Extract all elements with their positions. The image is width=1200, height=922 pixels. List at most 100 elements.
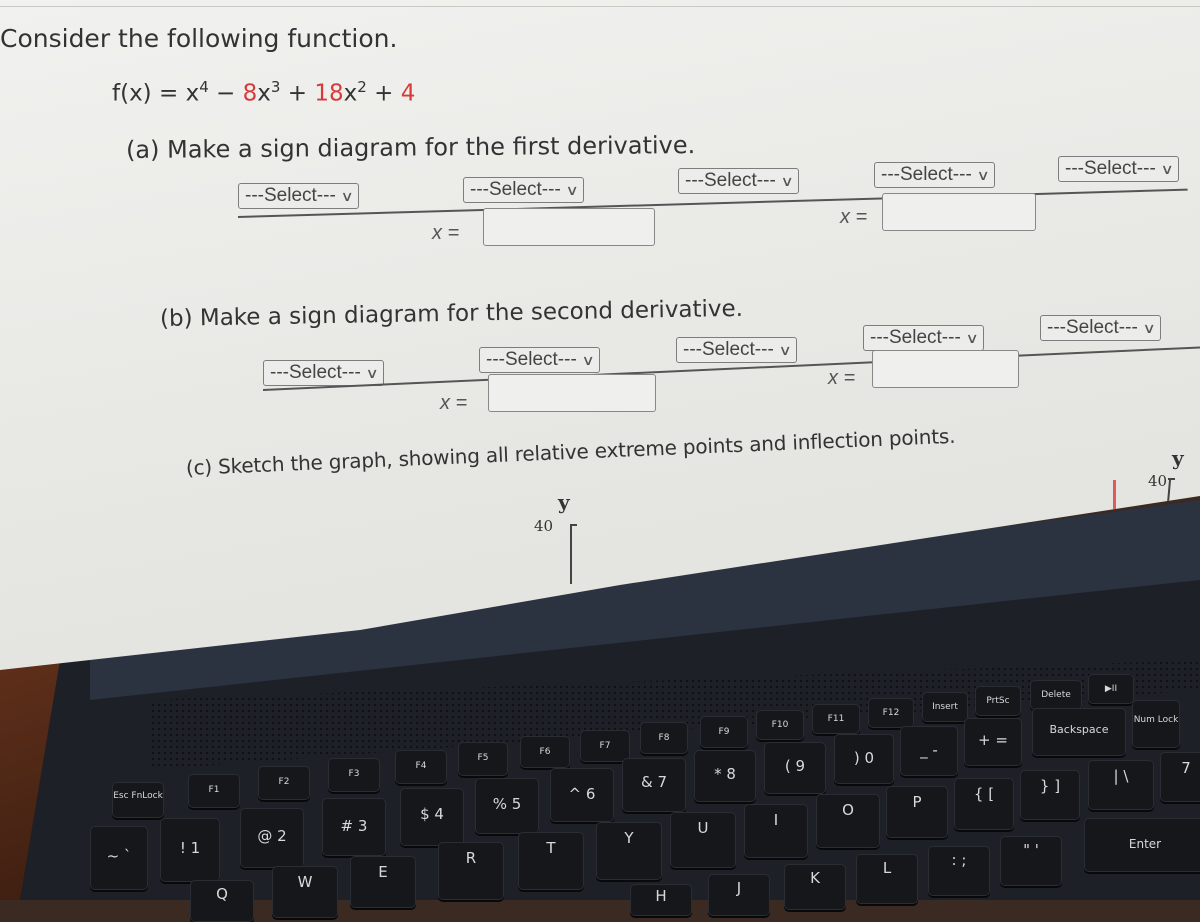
term-x3: x: [257, 80, 271, 107]
key-u[interactable]: U: [670, 812, 736, 868]
key-f10[interactable]: F10: [756, 710, 804, 740]
key-label: U: [697, 819, 709, 837]
key-num-lock[interactable]: Num Lock: [1132, 700, 1180, 748]
key-left-bracket[interactable]: { [: [954, 778, 1014, 830]
key-3[interactable]: # 3: [322, 798, 386, 856]
part-a-select-1[interactable]: ---Select--- ∨: [238, 183, 360, 209]
key-label: ! 1: [179, 839, 201, 857]
key-prtsc[interactable]: PrtSc: [975, 686, 1021, 716]
key-label: O: [842, 801, 854, 819]
part-b-x-input-1[interactable]: [488, 374, 656, 412]
part-b-select-5[interactable]: ---Select--- ∨: [1040, 315, 1162, 341]
key-esc[interactable]: Esc FnLock: [112, 782, 164, 818]
key-o[interactable]: O: [816, 794, 880, 848]
part-a-select-2[interactable]: ---Select--- ∨: [463, 177, 585, 203]
key-numpad-7[interactable]: 7: [1160, 752, 1200, 802]
key-4[interactable]: $ 4: [400, 788, 464, 846]
key-p[interactable]: P: [886, 786, 948, 838]
key-f4[interactable]: F4: [395, 750, 447, 784]
part-a-x-input-1[interactable]: [483, 208, 655, 246]
key-backslash[interactable]: | \: [1088, 760, 1154, 810]
graph-1-y-axis-label: y: [558, 490, 570, 514]
key-f7[interactable]: F7: [580, 730, 630, 762]
part-b-select-2[interactable]: ---Select--- ∨: [479, 347, 601, 373]
key-f3[interactable]: F3: [328, 758, 380, 792]
key-l[interactable]: L: [856, 854, 918, 904]
function-lhs: f(x) =: [112, 80, 186, 107]
chevron-down-icon: ∨: [1142, 320, 1156, 336]
key-t[interactable]: T: [518, 832, 584, 890]
part-a-select-5[interactable]: ---Select--- ∨: [1058, 156, 1180, 182]
key-delete[interactable]: Delete: [1030, 680, 1082, 710]
select-value: ---Select---: [1065, 158, 1156, 179]
key-h[interactable]: H: [630, 884, 692, 916]
key-0[interactable]: ) 0: [834, 734, 894, 784]
key-equals[interactable]: + =: [964, 718, 1022, 766]
key-label: F5: [477, 753, 489, 763]
key-f12[interactable]: F12: [868, 698, 914, 728]
key-label: Esc FnLock: [113, 791, 163, 801]
part-a-x-input-2[interactable]: [882, 193, 1036, 231]
key-i[interactable]: I: [744, 804, 808, 858]
key-semicolon[interactable]: : ;: [928, 846, 990, 896]
graph-2-y-axis-tick: [1168, 478, 1175, 480]
key-f5[interactable]: F5: [458, 742, 508, 776]
key-label: { [: [973, 785, 995, 803]
key-f6[interactable]: F6: [520, 736, 570, 768]
key-6[interactable]: ^ 6: [550, 768, 614, 822]
key-label: F3: [348, 769, 360, 779]
key-8[interactable]: * 8: [694, 750, 756, 802]
key-enter[interactable]: Enter: [1084, 818, 1200, 872]
key-label: ~ `: [106, 847, 132, 865]
key-insert[interactable]: Insert: [922, 692, 968, 722]
key-f2[interactable]: F2: [258, 766, 310, 800]
part-b-x-label-2: x =: [828, 367, 856, 389]
key-5[interactable]: % 5: [475, 778, 539, 834]
key-1[interactable]: ! 1: [160, 818, 220, 882]
part-a-select-3[interactable]: ---Select--- ∨: [678, 168, 800, 194]
key-label: F1: [208, 785, 220, 795]
key-quote[interactable]: " ': [1000, 836, 1062, 886]
key-r[interactable]: R: [438, 842, 504, 900]
key-q[interactable]: Q: [190, 880, 254, 922]
key-label: | \: [1113, 767, 1129, 785]
key-j[interactable]: J: [708, 874, 770, 916]
key-w[interactable]: W: [272, 866, 338, 918]
key-k[interactable]: K: [784, 864, 846, 910]
chevron-down-icon: ∨: [965, 330, 979, 346]
select-value: ---Select---: [685, 170, 776, 191]
key-f11[interactable]: F11: [812, 704, 860, 734]
coef-8: 8: [242, 80, 258, 107]
key-f8[interactable]: F8: [640, 722, 688, 754]
op-plus-2: +: [366, 80, 401, 107]
part-b-x-input-2[interactable]: [872, 350, 1019, 388]
key-f9[interactable]: F9: [700, 716, 748, 748]
part-b-select-4[interactable]: ---Select--- ∨: [863, 325, 985, 351]
page-top-border: [0, 6, 1200, 7]
key-play-pause[interactable]: ▶II: [1088, 674, 1134, 704]
part-a-select-4[interactable]: ---Select--- ∨: [874, 162, 996, 188]
key-label: + =: [978, 731, 1008, 749]
key-label: : ;: [951, 851, 967, 869]
key-2[interactable]: @ 2: [240, 808, 304, 868]
key-label: F6: [539, 747, 551, 757]
key-label: } ]: [1039, 777, 1061, 795]
graph-1-y-tick-top: 40: [534, 517, 554, 535]
key-9[interactable]: ( 9: [764, 742, 826, 794]
key-e[interactable]: E: [350, 856, 416, 908]
key-f1[interactable]: F1: [188, 774, 240, 808]
chevron-down-icon: ∨: [340, 188, 354, 204]
key-right-bracket[interactable]: } ]: [1020, 770, 1080, 820]
part-b-select-1[interactable]: ---Select--- ∨: [263, 360, 385, 386]
key-label: _ -: [920, 741, 938, 759]
key-backspace[interactable]: Backspace: [1032, 708, 1126, 756]
op-minus: −: [208, 80, 243, 107]
key-label: " ': [1023, 841, 1039, 859]
select-value: ---Select---: [270, 362, 361, 383]
key-minus[interactable]: _ -: [900, 726, 958, 776]
key-tilde[interactable]: ~ `: [90, 826, 148, 890]
part-b-select-3[interactable]: ---Select--- ∨: [676, 337, 798, 363]
key-y[interactable]: Y: [596, 822, 662, 880]
key-7[interactable]: & 7: [622, 758, 686, 812]
key-label: 7: [1181, 759, 1191, 777]
